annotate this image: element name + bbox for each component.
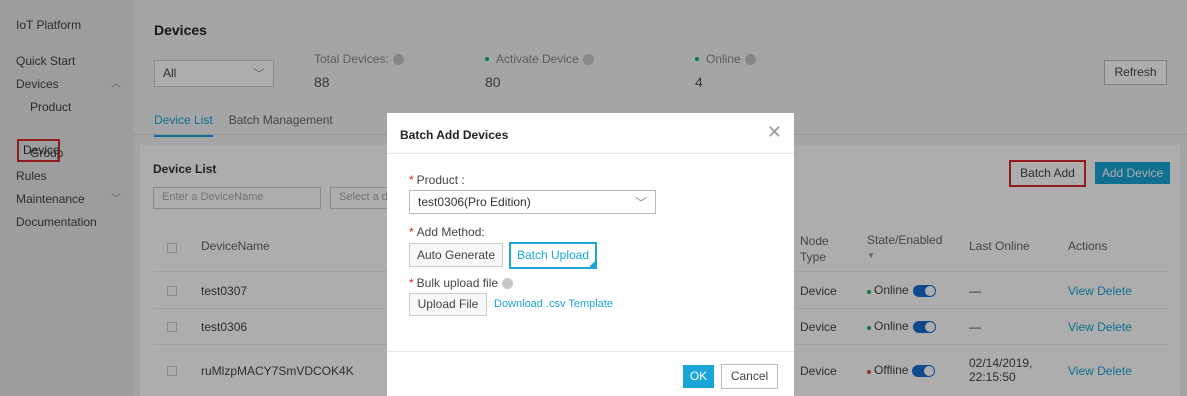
divider (387, 351, 794, 352)
field-label-text: Add Method: (416, 225, 485, 239)
bulk-upload-label: * Bulk upload file (409, 276, 514, 290)
download-template-link[interactable]: Download .csv Template (494, 298, 613, 310)
required-marker: * (409, 225, 414, 239)
product-select-value: test0306(Pro Edition) (418, 195, 531, 209)
chevron-down-icon: ﹀ (634, 196, 647, 210)
upload-file-button[interactable]: Upload File (409, 293, 487, 316)
divider (387, 153, 794, 154)
auto-generate-button[interactable]: Auto Generate (409, 243, 503, 267)
cancel-button[interactable]: Cancel (721, 364, 778, 389)
add-method-label: * Add Method: (409, 225, 485, 239)
required-marker: * (409, 276, 414, 290)
required-marker: * (409, 173, 414, 187)
field-label-text: Product : (416, 173, 465, 187)
dialog-title: Batch Add Devices (400, 128, 509, 142)
product-field-label: * Product : (409, 173, 465, 187)
batch-add-dialog: Batch Add Devices ✕ * Product : test0306(… (387, 113, 794, 396)
close-icon[interactable]: ✕ (767, 122, 782, 143)
product-select[interactable]: test0306(Pro Edition) ﹀ (409, 190, 656, 214)
batch-upload-button[interactable]: Batch Upload (509, 242, 597, 269)
ok-button[interactable]: OK (683, 365, 714, 388)
field-label-text: Bulk upload file (416, 276, 499, 290)
info-icon[interactable] (502, 277, 514, 289)
